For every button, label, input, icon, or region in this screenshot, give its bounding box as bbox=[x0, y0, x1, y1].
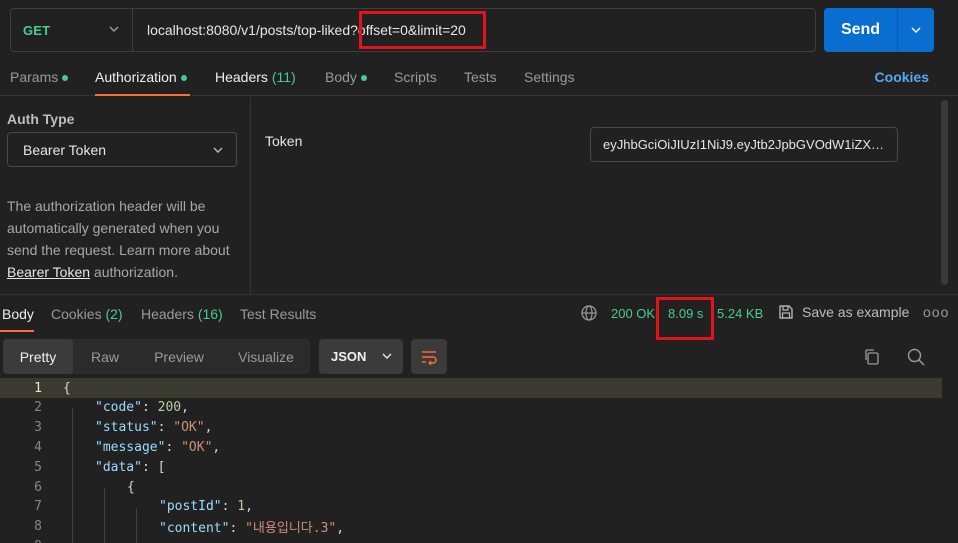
response-size[interactable]: 5.24 KB bbox=[717, 306, 763, 321]
active-tab-indicator bbox=[0, 330, 34, 332]
auth-type-label: Auth Type bbox=[7, 111, 75, 127]
token-label: Token bbox=[265, 133, 303, 149]
auth-description-text: The authorization header will be automat… bbox=[7, 198, 230, 258]
line-number: 5 bbox=[34, 459, 42, 475]
line-number: 4 bbox=[34, 439, 42, 455]
cookies-count: (2) bbox=[105, 306, 123, 322]
tab-response-headers-label: Headers bbox=[141, 306, 194, 322]
url-base: localhost:8080/v1/posts/top-liked? bbox=[147, 22, 358, 38]
code-text: "status": "OK", bbox=[95, 420, 213, 436]
line-number: 1 bbox=[34, 380, 42, 396]
tab-headers[interactable]: Headers (11) bbox=[215, 69, 296, 85]
active-tab-indicator bbox=[95, 94, 190, 96]
auth-description: The authorization header will be automat… bbox=[7, 195, 243, 283]
chevron-down-icon bbox=[911, 27, 921, 34]
copy-icon[interactable] bbox=[862, 347, 882, 367]
view-raw-button[interactable]: Raw bbox=[77, 339, 133, 374]
tab-body[interactable]: Body bbox=[325, 69, 367, 85]
tab-test-results[interactable]: Test Results bbox=[240, 306, 316, 322]
scrollbar[interactable] bbox=[941, 100, 948, 285]
tab-response-cookies-label: Cookies bbox=[51, 306, 102, 322]
status-dot bbox=[62, 75, 69, 82]
response-headers-count: (16) bbox=[197, 306, 223, 322]
view-visualize-button[interactable]: Visualize bbox=[229, 339, 303, 374]
token-value: eyJhbGciOiJIUzI1NiJ9.eyJtb2JpbGVOdW1iZXI… bbox=[603, 137, 885, 152]
response-body-editor[interactable]: 1{2 "code": 200, 3 "status": "OK", 4 "message… bbox=[0, 378, 958, 543]
token-input[interactable]: eyJhbGciOiJIUzI1NiJ9.eyJtb2JpbGVOdW1iZXI… bbox=[590, 127, 898, 162]
code-line: 5 "data": [ bbox=[0, 457, 942, 477]
view-preview-button[interactable]: Preview bbox=[143, 339, 215, 374]
bearer-token-link[interactable]: Bearer Token bbox=[7, 264, 90, 280]
auth-type-select[interactable]: Bearer Token bbox=[7, 132, 237, 167]
method-select[interactable]: GET bbox=[11, 9, 133, 51]
send-options-button[interactable] bbox=[898, 8, 934, 52]
send-button-group: Send bbox=[824, 8, 934, 52]
search-icon[interactable] bbox=[906, 347, 926, 367]
tab-response-cookies[interactable]: Cookies (2) bbox=[51, 306, 123, 322]
line-number: 6 bbox=[34, 479, 42, 495]
code-line: 7 "postId": 1, bbox=[0, 497, 942, 517]
format-value: JSON bbox=[331, 349, 367, 364]
wrap-lines-button[interactable] bbox=[411, 339, 447, 374]
line-number: 3 bbox=[34, 420, 42, 436]
code-text: "postId": 1, bbox=[159, 499, 253, 515]
code-line: 8 "content": "내용입니다.3", bbox=[0, 517, 942, 537]
code-text: { bbox=[63, 380, 71, 396]
save-as-example-button[interactable]: Save as example bbox=[778, 304, 909, 320]
code-text: "message": "OK", bbox=[95, 439, 221, 455]
tab-params-label: Params bbox=[10, 69, 59, 85]
chevron-down-icon bbox=[382, 353, 392, 359]
tab-response-body[interactable]: Body bbox=[2, 306, 34, 322]
code-text: { bbox=[127, 479, 135, 495]
tab-authorization-label: Authorization bbox=[95, 69, 177, 85]
method-label: GET bbox=[23, 22, 51, 38]
code-line: 6{ bbox=[0, 477, 942, 497]
tab-tests[interactable]: Tests bbox=[464, 69, 497, 85]
url-query-highlight bbox=[359, 11, 486, 49]
code-line: 9 bbox=[0, 536, 942, 543]
code-line: 3 "status": "OK", bbox=[0, 418, 942, 438]
more-options-icon[interactable]: ooo bbox=[923, 304, 949, 320]
chevron-down-icon bbox=[109, 26, 119, 32]
view-mode-group: Pretty Raw Preview Visualize bbox=[3, 339, 310, 374]
send-button[interactable]: Send bbox=[824, 8, 898, 52]
view-pretty-button[interactable]: Pretty bbox=[3, 339, 73, 374]
line-number: 2 bbox=[34, 400, 42, 416]
code-text: "data": [ bbox=[95, 459, 166, 475]
request-tabs: Params Authorization Headers (11) Body S… bbox=[0, 60, 958, 96]
auth-type-value: Bearer Token bbox=[23, 141, 107, 158]
tab-scripts[interactable]: Scripts bbox=[394, 69, 437, 85]
code-line: 1{ bbox=[0, 378, 942, 398]
save-icon bbox=[779, 305, 793, 319]
code-line: 2 "code": 200, bbox=[0, 398, 942, 418]
code-text: "code": 200, bbox=[95, 400, 189, 416]
wrap-icon bbox=[422, 350, 437, 365]
response-time-highlight bbox=[656, 297, 714, 340]
status-dot bbox=[360, 75, 367, 82]
globe-icon[interactable] bbox=[580, 304, 598, 322]
code-line: 4 "message": "OK", bbox=[0, 437, 942, 457]
auth-description-suffix: authorization. bbox=[90, 264, 178, 280]
tab-authorization[interactable]: Authorization bbox=[95, 69, 187, 85]
status-dot bbox=[180, 75, 187, 82]
format-select[interactable]: JSON bbox=[319, 339, 403, 374]
code-text: "content": "내용입니다.3", bbox=[159, 521, 345, 537]
status-code[interactable]: 200 OK bbox=[611, 306, 655, 321]
save-as-example-label: Save as example bbox=[802, 304, 910, 320]
tab-settings[interactable]: Settings bbox=[524, 69, 575, 85]
line-number: 9 bbox=[0, 539, 42, 543]
headers-count: (11) bbox=[271, 69, 296, 85]
line-number: 8 bbox=[34, 519, 42, 535]
line-number: 7 bbox=[34, 499, 42, 515]
cookies-link[interactable]: Cookies bbox=[875, 69, 929, 85]
chevron-down-icon bbox=[213, 147, 223, 153]
tab-params[interactable]: Params bbox=[10, 69, 69, 85]
tab-headers-label: Headers bbox=[215, 69, 268, 85]
tab-body-label: Body bbox=[325, 69, 357, 85]
tab-response-headers[interactable]: Headers (16) bbox=[141, 306, 223, 322]
auth-type-panel: Auth Type Bearer Token The authorization… bbox=[0, 97, 251, 294]
